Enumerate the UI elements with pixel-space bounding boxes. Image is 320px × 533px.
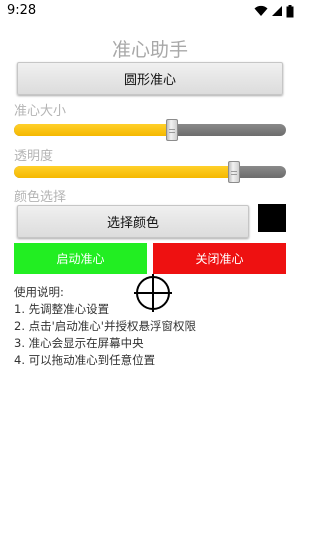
crosshair-mode-button[interactable]: 圆形准心 (17, 62, 283, 95)
choose-color-button[interactable]: 选择颜色 (17, 205, 249, 238)
color-label: 颜色选择 (14, 190, 67, 205)
app-screen: 9:28 准心助手 圆形准心 准心大小 透明度 颜色选择 选择颜色 启动准心 关… (0, 0, 300, 533)
instruction-step: 3. 准心会显示在屏幕中央 (14, 336, 144, 350)
start-crosshair-button[interactable]: 启动准心 (14, 243, 147, 274)
color-preview-swatch (258, 204, 286, 232)
opacity-slider-fill (14, 166, 234, 178)
status-bar: 9:28 (0, 0, 300, 24)
instruction-step: 4. 可以拖动准心到任意位置 (14, 353, 156, 367)
size-slider-thumb[interactable] (166, 119, 178, 141)
signal-icon (272, 6, 282, 16)
battery-icon (286, 4, 294, 17)
size-slider-fill (14, 124, 172, 136)
size-label: 准心大小 (14, 104, 67, 119)
status-icons (254, 4, 294, 18)
crosshair-preview-icon[interactable] (134, 274, 172, 312)
status-time: 9:28 (7, 3, 37, 18)
size-slider[interactable] (14, 119, 286, 141)
wifi-icon (254, 5, 268, 16)
opacity-slider[interactable] (14, 161, 286, 183)
app-title: 准心助手 (111, 39, 188, 61)
instruction-step: 2. 点击'启动准心'并授权悬浮窗权限 (14, 319, 196, 333)
stop-crosshair-button[interactable]: 关闭准心 (153, 243, 286, 274)
opacity-slider-thumb[interactable] (228, 161, 240, 183)
